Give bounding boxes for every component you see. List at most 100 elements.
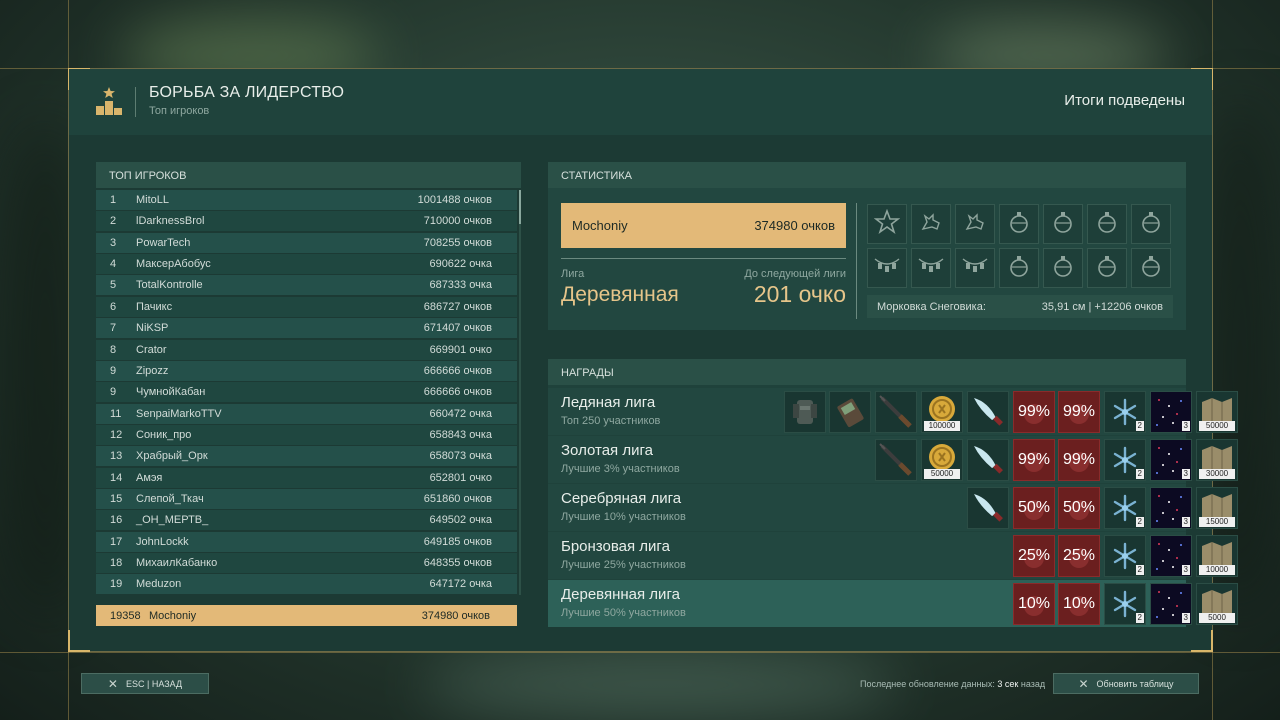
achievement-slot[interactable]	[867, 204, 907, 244]
reward-league-row[interactable]: Серебряная лига Лучшие 10% участников 50% 5…	[548, 484, 1238, 531]
player-list[interactable]: 1 MitoLL 1001488 очков 2 lDarknessBrol 710000…	[96, 190, 517, 596]
rifle-icon	[876, 395, 916, 432]
reward-slot[interactable]: 3	[1150, 391, 1192, 433]
achievement-slot[interactable]	[1087, 248, 1127, 288]
player-name: Слепой_Ткач	[136, 493, 204, 506]
achievement-slot[interactable]	[999, 248, 1039, 288]
reward-league-row[interactable]: Деревянная лига Лучшие 50% участников 10% 1…	[548, 580, 1238, 627]
reward-slot[interactable]: 50%	[1058, 487, 1100, 529]
player-row[interactable]: 2 lDarknessBrol 710000 очков	[96, 211, 517, 232]
player-row[interactable]: 9 Zipozz 666666 очков	[96, 360, 517, 381]
player-row[interactable]: 3 PowarTech 708255 очков	[96, 232, 517, 253]
reward-slot[interactable]	[967, 439, 1009, 481]
league-name: Бронзовая лига	[561, 538, 670, 555]
player-rank: 9	[110, 364, 117, 377]
achievement-slot[interactable]	[1043, 248, 1083, 288]
player-row[interactable]: 17 JohnLockk 649185 очков	[96, 531, 517, 552]
reward-slot[interactable]	[875, 391, 917, 433]
reward-slot[interactable]	[875, 439, 917, 481]
achievement-slot[interactable]	[1043, 204, 1083, 244]
reward-slot[interactable]	[967, 487, 1009, 529]
achievement-slot[interactable]	[911, 248, 951, 288]
achievement-slot[interactable]	[1087, 204, 1127, 244]
player-name: Амэя	[136, 471, 163, 484]
player-score: 658073 очка	[429, 450, 492, 463]
back-button[interactable]: ✕ ESC | НАЗАД	[81, 673, 209, 694]
reward-slot[interactable]: 15000	[1196, 487, 1238, 529]
reward-slot[interactable]: 5000	[1196, 583, 1238, 625]
reward-slot[interactable]: 50%	[1013, 487, 1055, 529]
reward-slot[interactable]: 2	[1104, 583, 1146, 625]
reward-slot[interactable]: 3	[1150, 487, 1192, 529]
reward-slot[interactable]: 50000	[921, 439, 963, 481]
reward-slot[interactable]: 99%	[1058, 391, 1100, 433]
reward-slot[interactable]: 25%	[1058, 535, 1100, 577]
player-name: Crator	[136, 343, 167, 356]
reward-slot[interactable]: 50000	[1196, 391, 1238, 433]
player-row[interactable]: 4 МаксерАбобус 690622 очка	[96, 254, 517, 275]
reward-slot[interactable]: 99%	[1013, 391, 1055, 433]
achievement-slot[interactable]	[955, 248, 995, 288]
achievement-slot[interactable]	[867, 248, 907, 288]
reward-slot[interactable]: 2	[1104, 439, 1146, 481]
achievement-grid	[867, 204, 1171, 288]
player-name: Соник_про	[136, 428, 192, 441]
reward-slot[interactable]: 10%	[1058, 583, 1100, 625]
achievement-slot[interactable]	[1131, 248, 1171, 288]
player-row[interactable]: 7 NiKSP 671407 очков	[96, 318, 517, 339]
reward-slot[interactable]: 30000	[1196, 439, 1238, 481]
reward-league-row[interactable]: Ледяная лига Топ 250 участников 100000 99% 9…	[548, 388, 1238, 435]
player-row[interactable]: 12 Соник_про 658843 очка	[96, 424, 517, 445]
carrot-bonus: +12206 очков	[1094, 300, 1163, 313]
player-row[interactable]: 8 Crator 669901 очко	[96, 339, 517, 360]
reward-slot[interactable]: 2	[1104, 391, 1146, 433]
reward-slot[interactable]: 10000	[1196, 535, 1238, 577]
player-row[interactable]: 18 МихаилКабанко 648355 очков	[96, 553, 517, 574]
player-row[interactable]: 19 Meduzon 647172 очка	[96, 574, 517, 595]
achievement-slot[interactable]	[999, 204, 1039, 244]
reward-slot[interactable]: 10%	[1013, 583, 1055, 625]
reward-slot[interactable]: 99%	[1013, 439, 1055, 481]
player-row[interactable]: 13 Храбрый_Орк 658073 очка	[96, 446, 517, 467]
own-rank-row: 19358 Mochoniy 374980 очков	[96, 605, 517, 626]
reward-slot[interactable]: 99%	[1058, 439, 1100, 481]
reward-slot[interactable]	[829, 391, 871, 433]
reward-slot[interactable]: 100000	[921, 391, 963, 433]
player-rank: 8	[110, 343, 117, 356]
item-count: 2	[1135, 517, 1144, 527]
event-status: Итоги подведены	[1064, 92, 1185, 109]
refresh-table-button[interactable]: ✕ Обновить таблицу	[1053, 673, 1199, 694]
player-rank: 15	[110, 493, 123, 506]
player-row[interactable]: 6 Пачикс 686727 очков	[96, 296, 517, 317]
reward-league-row[interactable]: Золотая лига Лучшие 3% участников 50000 99%…	[548, 436, 1238, 483]
league-requirement: Топ 250 участников	[561, 415, 661, 427]
player-list-scrollbar[interactable]	[519, 190, 521, 595]
reward-slot[interactable]: 2	[1104, 535, 1146, 577]
reward-slot[interactable]: 2	[1104, 487, 1146, 529]
player-score: 660472 очка	[429, 407, 492, 420]
reward-slot[interactable]: 3	[1150, 535, 1192, 577]
achievement-slot[interactable]	[955, 204, 995, 244]
player-row[interactable]: 16 _ОН_МЕРТВ_ 649502 очка	[96, 510, 517, 531]
reward-league-row[interactable]: Бронзовая лига Лучшие 25% участников 25% 25…	[548, 532, 1238, 579]
reward-slot[interactable]	[967, 391, 1009, 433]
achievement-slot[interactable]	[1131, 204, 1171, 244]
player-rank: 16	[110, 514, 123, 527]
reward-slot[interactable]: 3	[1150, 439, 1192, 481]
player-row[interactable]: 9 ЧумнойКабан 666666 очков	[96, 382, 517, 403]
player-row[interactable]: 11 SenpaiMarkoTTV 660472 очка	[96, 403, 517, 424]
player-row[interactable]: 5 TotalKontrolle 687333 очка	[96, 275, 517, 296]
scrollbar-thumb[interactable]	[519, 190, 521, 224]
reward-slot[interactable]: 3	[1150, 583, 1192, 625]
reward-slot[interactable]: 25%	[1013, 535, 1055, 577]
reward-slot[interactable]	[784, 391, 826, 433]
player-row[interactable]: 14 Амэя 652801 очко	[96, 467, 517, 488]
player-row[interactable]: 15 Слепой_Ткач 651860 очков	[96, 489, 517, 510]
player-row[interactable]: 1 MitoLL 1001488 очков	[96, 190, 517, 210]
dog-icon	[962, 209, 988, 240]
league-label: Лига	[561, 268, 585, 280]
carrot-values: 35,91 см | +12206 очков	[1042, 301, 1163, 313]
ornament-icon	[1138, 209, 1164, 240]
achievement-slot[interactable]	[911, 204, 951, 244]
header-divider	[135, 87, 136, 117]
